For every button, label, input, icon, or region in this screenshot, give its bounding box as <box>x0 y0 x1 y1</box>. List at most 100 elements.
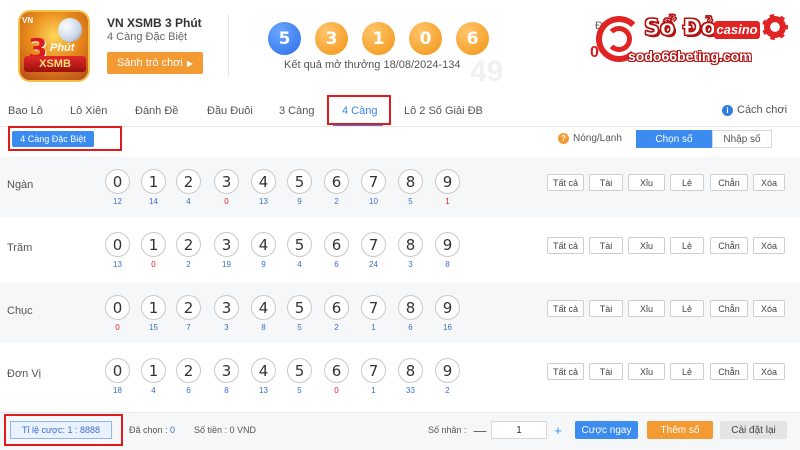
digit-frequency: 4 <box>186 197 191 206</box>
big-button[interactable]: Tài <box>589 237 623 254</box>
digit-ball-7[interactable]: 7 <box>361 358 386 383</box>
small-button[interactable]: Xỉu <box>628 237 665 254</box>
digit-ball-7[interactable]: 7 <box>361 295 386 320</box>
odd-button[interactable]: Lẻ <box>670 300 704 317</box>
digit-ball-6[interactable]: 6 <box>324 169 349 194</box>
hot-cold-label: Nóng/Lạnh <box>573 133 622 144</box>
digit-frequency: 19 <box>222 260 231 269</box>
digit-ball-9[interactable]: 9 <box>435 358 460 383</box>
select-all-button[interactable]: Tất cả <box>547 300 584 317</box>
digit-ball-8[interactable]: 8 <box>398 169 423 194</box>
digit-frequency: 10 <box>369 197 378 206</box>
digit-frequency: 18 <box>113 386 122 395</box>
digit-ball-2[interactable]: 2 <box>176 232 201 257</box>
digit-ball-9[interactable]: 9 <box>435 169 460 194</box>
small-button[interactable]: Xỉu <box>628 363 665 380</box>
how-to-play-link[interactable]: i Cách chơi <box>722 104 787 116</box>
tab-lo-2-so-giai-db[interactable]: Lô 2 Số Giải ĐB <box>404 105 483 117</box>
tab-dau-duoi[interactable]: Đầu Đuôi <box>207 105 253 117</box>
choose-number-button[interactable]: Chọn số <box>636 130 712 148</box>
digit-ball-8[interactable]: 8 <box>398 295 423 320</box>
tab-bao-lo[interactable]: Bao Lô <box>8 105 43 117</box>
digit-ball-9[interactable]: 9 <box>435 295 460 320</box>
clear-button[interactable]: Xóa <box>753 237 785 254</box>
small-button[interactable]: Xỉu <box>628 300 665 317</box>
lobby-button-label: Sảnh trò chơi <box>116 57 183 69</box>
game-logo: VN 3 Phút XSMB <box>18 10 90 82</box>
big-button[interactable]: Tài <box>589 174 623 191</box>
digit-ball-0[interactable]: 0 <box>105 358 130 383</box>
multiplier-label: Số nhân : <box>428 425 467 435</box>
digit-ball-3[interactable]: 3 <box>214 232 239 257</box>
even-button[interactable]: Chẵn <box>710 300 748 317</box>
digit-ball-8[interactable]: 8 <box>398 358 423 383</box>
digit-ball-9[interactable]: 9 <box>435 232 460 257</box>
tab-lo-xien[interactable]: Lô Xiên <box>70 105 107 117</box>
bet-now-button[interactable]: Cược ngay <box>575 421 638 439</box>
digit-ball-4[interactable]: 4 <box>251 295 276 320</box>
row-label: Ngàn <box>7 179 34 191</box>
lobby-button[interactable]: Sảnh trò chơi ▶ <box>107 52 203 74</box>
digit-ball-1[interactable]: 1 <box>141 358 166 383</box>
digit-frequency: 4 <box>151 386 156 395</box>
odd-button[interactable]: Lẻ <box>670 237 704 254</box>
digit-frequency: 8 <box>261 323 266 332</box>
add-number-button[interactable]: Thêm số <box>647 421 713 439</box>
digit-ball-6[interactable]: 6 <box>324 358 349 383</box>
even-button[interactable]: Chẵn <box>710 363 748 380</box>
clear-button[interactable]: Xóa <box>753 174 785 191</box>
digit-frequency: 1 <box>445 197 450 206</box>
clear-button[interactable]: Xóa <box>753 363 785 380</box>
clear-button[interactable]: Xóa <box>753 300 785 317</box>
digit-ball-5[interactable]: 5 <box>287 358 312 383</box>
digit-ball-5[interactable]: 5 <box>287 232 312 257</box>
odd-button[interactable]: Lẻ <box>670 363 704 380</box>
select-all-button[interactable]: Tất cả <box>547 237 584 254</box>
digit-ball-1[interactable]: 1 <box>141 232 166 257</box>
even-button[interactable]: Chẵn <box>710 237 748 254</box>
digit-ball-6[interactable]: 6 <box>324 295 349 320</box>
multiplier-input[interactable]: 1 <box>491 421 547 439</box>
increment-button[interactable]: + <box>547 421 569 439</box>
digit-ball-4[interactable]: 4 <box>251 232 276 257</box>
digit-ball-6[interactable]: 6 <box>324 232 349 257</box>
digit-ball-5[interactable]: 5 <box>287 295 312 320</box>
big-button[interactable]: Tài <box>589 300 623 317</box>
digit-ball-2[interactable]: 2 <box>176 169 201 194</box>
digit-frequency: 5 <box>297 386 302 395</box>
tab-danh-de[interactable]: Đánh Đề <box>135 105 178 117</box>
highlight-box-tab <box>327 95 391 125</box>
header-divider <box>228 14 229 76</box>
digit-ball-2[interactable]: 2 <box>176 358 201 383</box>
select-all-button[interactable]: Tất cả <box>547 174 584 191</box>
odd-button[interactable]: Lẻ <box>670 174 704 191</box>
digit-ball-1[interactable]: 1 <box>141 169 166 194</box>
digit-ball-3[interactable]: 3 <box>214 295 239 320</box>
select-all-button[interactable]: Tất cả <box>547 363 584 380</box>
game-subtitle: 4 Càng Đặc Biệt <box>107 31 188 43</box>
decrement-button[interactable]: — <box>469 421 491 439</box>
digit-ball-4[interactable]: 4 <box>251 169 276 194</box>
digit-ball-5[interactable]: 5 <box>287 169 312 194</box>
digit-ball-2[interactable]: 2 <box>176 295 201 320</box>
digit-ball-0[interactable]: 0 <box>105 232 130 257</box>
multiplier-stepper: — 1 + <box>469 421 569 439</box>
digit-ball-0[interactable]: 0 <box>105 295 130 320</box>
digit-ball-7[interactable]: 7 <box>361 232 386 257</box>
even-button[interactable]: Chẵn <box>710 174 748 191</box>
tab-3-cang[interactable]: 3 Càng <box>279 105 314 117</box>
digit-ball-4[interactable]: 4 <box>251 358 276 383</box>
digit-ball-7[interactable]: 7 <box>361 169 386 194</box>
enter-number-button[interactable]: Nhập số <box>712 130 772 148</box>
amount-value: 0 VND <box>229 425 257 435</box>
digit-frequency: 12 <box>113 197 122 206</box>
hot-cold-toggle[interactable]: ? Nóng/Lạnh <box>558 133 622 144</box>
digit-ball-3[interactable]: 3 <box>214 358 239 383</box>
digit-ball-1[interactable]: 1 <box>141 295 166 320</box>
digit-ball-8[interactable]: 8 <box>398 232 423 257</box>
digit-ball-0[interactable]: 0 <box>105 169 130 194</box>
digit-ball-3[interactable]: 3 <box>214 169 239 194</box>
reset-button[interactable]: Cài đặt lại <box>720 421 787 439</box>
small-button[interactable]: Xỉu <box>628 174 665 191</box>
big-button[interactable]: Tài <box>589 363 623 380</box>
